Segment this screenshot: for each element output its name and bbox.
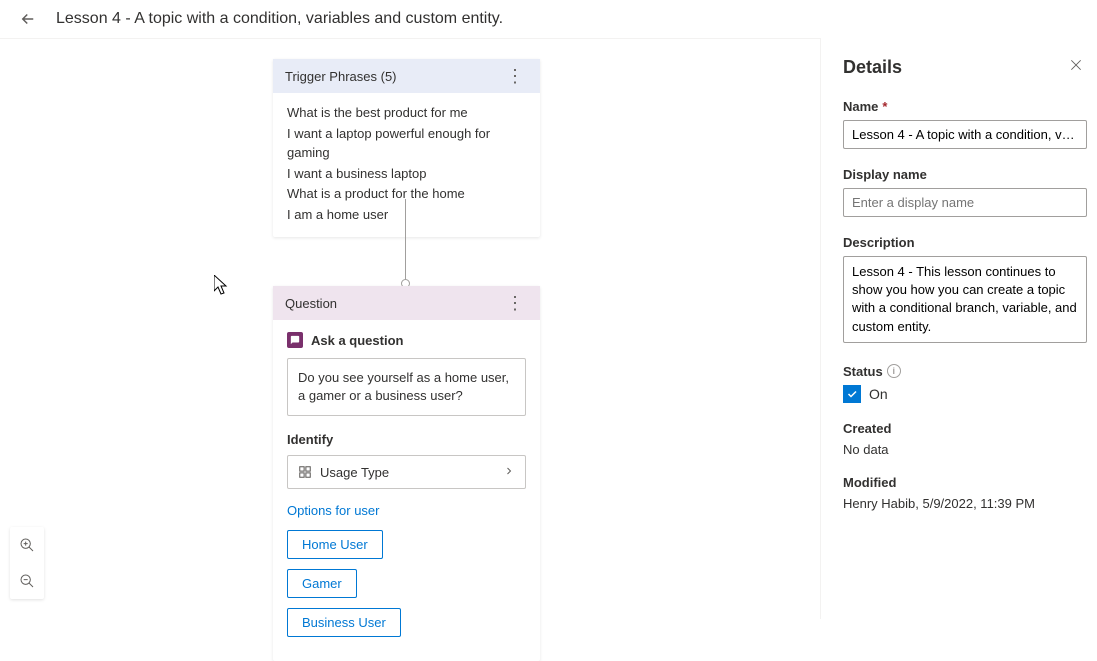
authoring-canvas[interactable]: Trigger Phrases (5) ⋮ What is the best p…: [0, 38, 820, 619]
details-panel: Details Name * Display name Description …: [820, 38, 1097, 619]
name-label: Name: [843, 99, 878, 114]
question-header-label: Question: [285, 296, 337, 311]
trigger-phrase: What is a product for the home: [287, 184, 526, 204]
trigger-header-label: Trigger Phrases (5): [285, 69, 397, 84]
back-button[interactable]: [16, 7, 40, 31]
close-icon: [1069, 58, 1083, 72]
cursor-icon: [214, 275, 230, 295]
question-icon: [287, 332, 303, 348]
display-name-input[interactable]: [843, 188, 1087, 217]
question-text-input[interactable]: Do you see yourself as a home user, a ga…: [287, 358, 526, 416]
created-value: No data: [843, 442, 1087, 457]
zoom-out-icon: [19, 573, 35, 589]
page-title: Lesson 4 - A topic with a condition, var…: [56, 10, 503, 28]
check-icon: [846, 388, 858, 400]
options-for-user-link[interactable]: Options for user: [287, 503, 526, 518]
zoom-in-button[interactable]: [10, 527, 44, 563]
more-icon[interactable]: ⋮: [502, 67, 528, 85]
option-chip-home-user[interactable]: Home User: [287, 530, 383, 559]
arrow-left-icon: [19, 10, 37, 28]
zoom-out-button[interactable]: [10, 563, 44, 599]
identify-value: Usage Type: [320, 465, 389, 480]
description-label: Description: [843, 235, 1087, 250]
identify-select[interactable]: Usage Type: [287, 455, 526, 489]
trigger-phrase: I am a home user: [287, 205, 526, 225]
question-node[interactable]: Question ⋮ Ask a question Do you see you…: [273, 286, 540, 661]
option-chip-business-user[interactable]: Business User: [287, 608, 401, 637]
name-input[interactable]: [843, 120, 1087, 149]
description-input[interactable]: [843, 256, 1087, 343]
modified-label: Modified: [843, 475, 1087, 490]
trigger-phrase: I want a business laptop: [287, 164, 526, 184]
status-checkbox[interactable]: [843, 385, 861, 403]
entity-icon: [298, 465, 312, 479]
trigger-phrase-list: What is the best product for me I want a…: [273, 93, 540, 237]
status-label: Status: [843, 364, 883, 379]
chevron-right-icon: [503, 464, 515, 480]
option-chip-gamer[interactable]: Gamer: [287, 569, 357, 598]
zoom-in-icon: [19, 537, 35, 553]
modified-value: Henry Habib, 5/9/2022, 11:39 PM: [843, 496, 1087, 511]
trigger-phrases-node[interactable]: Trigger Phrases (5) ⋮ What is the best p…: [273, 59, 540, 237]
close-button[interactable]: [1065, 54, 1087, 81]
zoom-controls: [10, 527, 44, 599]
display-name-label: Display name: [843, 167, 1087, 182]
required-indicator: *: [882, 99, 887, 114]
connector-line: [405, 199, 406, 282]
details-title: Details: [843, 57, 902, 78]
identify-label: Identify: [287, 432, 526, 447]
trigger-phrase: I want a laptop powerful enough for gami…: [287, 124, 526, 163]
created-label: Created: [843, 421, 1087, 436]
more-icon[interactable]: ⋮: [502, 294, 528, 312]
status-value: On: [869, 386, 888, 402]
ask-question-label: Ask a question: [311, 333, 403, 348]
info-icon[interactable]: i: [887, 364, 901, 378]
trigger-phrase: What is the best product for me: [287, 103, 526, 123]
